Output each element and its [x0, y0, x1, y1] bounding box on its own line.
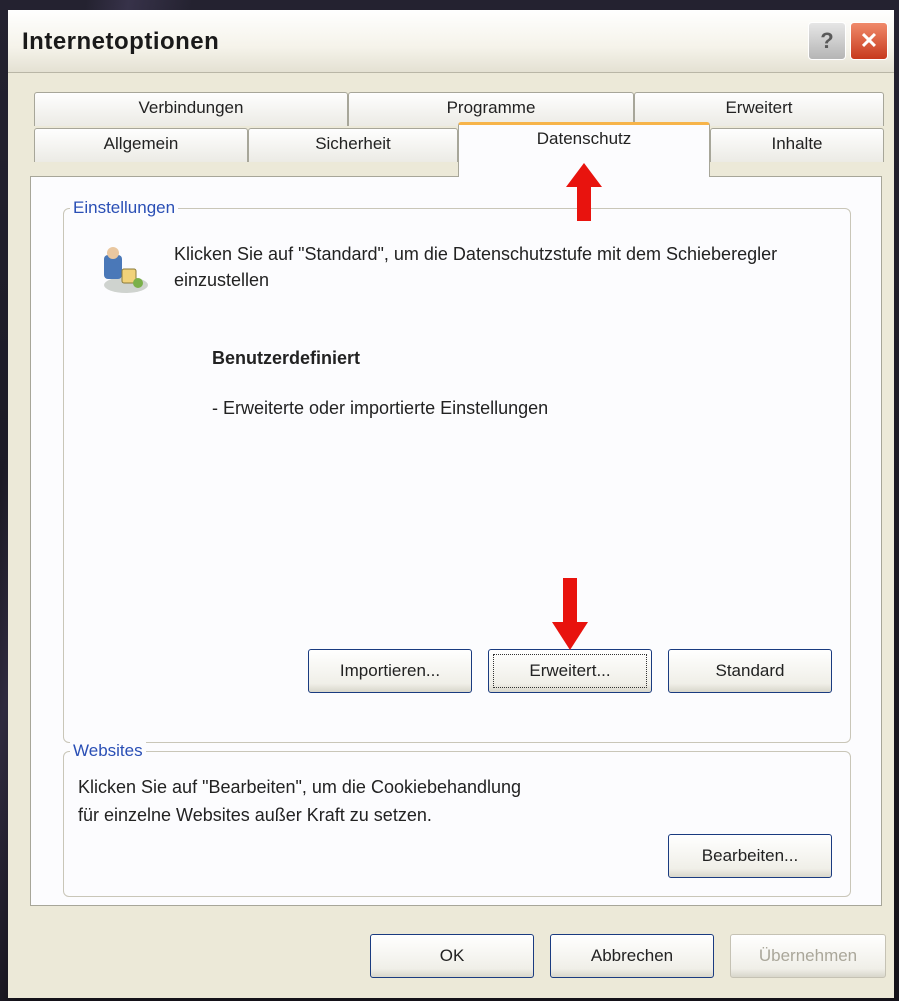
privacy-tab-panel: Einstellungen Klicken Sie auf "Standard"…	[30, 176, 882, 906]
red-arrow-icon	[552, 578, 588, 650]
tab-inhalte[interactable]: Inhalte	[710, 128, 884, 162]
cancel-button[interactable]: Abbrechen	[550, 934, 714, 978]
advanced-button[interactable]: Erweitert...	[488, 649, 652, 693]
title-bar[interactable]: Internetoptionen ? ✕	[8, 10, 894, 73]
internet-options-dialog: Internetoptionen ? ✕ Verbindungen Progra…	[8, 10, 894, 998]
tab-programme[interactable]: Programme	[348, 92, 634, 126]
tab-sicherheit[interactable]: Sicherheit	[248, 128, 458, 162]
tab-allgemein[interactable]: Allgemein	[34, 128, 248, 162]
default-button[interactable]: Standard	[668, 649, 832, 693]
settings-group: Einstellungen Klicken Sie auf "Standard"…	[63, 198, 851, 743]
help-button[interactable]: ?	[808, 22, 846, 60]
tab-verbindungen[interactable]: Verbindungen	[34, 92, 348, 126]
privacy-person-icon	[94, 247, 154, 297]
import-button[interactable]: Importieren...	[308, 649, 472, 693]
close-button[interactable]: ✕	[850, 22, 888, 60]
privacy-level-description: - Erweiterte oder importierte Einstellun…	[212, 398, 549, 418]
websites-group-label: Websites	[70, 741, 146, 761]
privacy-level-title: Benutzerdefiniert	[212, 348, 361, 368]
settings-description: Klicken Sie auf "Standard", um die Daten…	[174, 244, 778, 290]
settings-group-label: Einstellungen	[70, 198, 179, 218]
websites-group: Websites Klicken Sie auf "Bearbeiten", u…	[63, 741, 851, 897]
websites-description-line2: für einzelne Websites außer Kraft zu set…	[78, 805, 432, 825]
tab-erweitert[interactable]: Erweitert	[634, 92, 884, 126]
edit-button[interactable]: Bearbeiten...	[668, 834, 832, 878]
window-title: Internetoptionen	[22, 28, 220, 55]
websites-description-line1: Klicken Sie auf "Bearbeiten", um die Coo…	[78, 777, 522, 797]
apply-button[interactable]: Übernehmen	[730, 934, 886, 978]
red-arrow-icon	[566, 163, 602, 221]
ok-button[interactable]: OK	[370, 934, 534, 978]
